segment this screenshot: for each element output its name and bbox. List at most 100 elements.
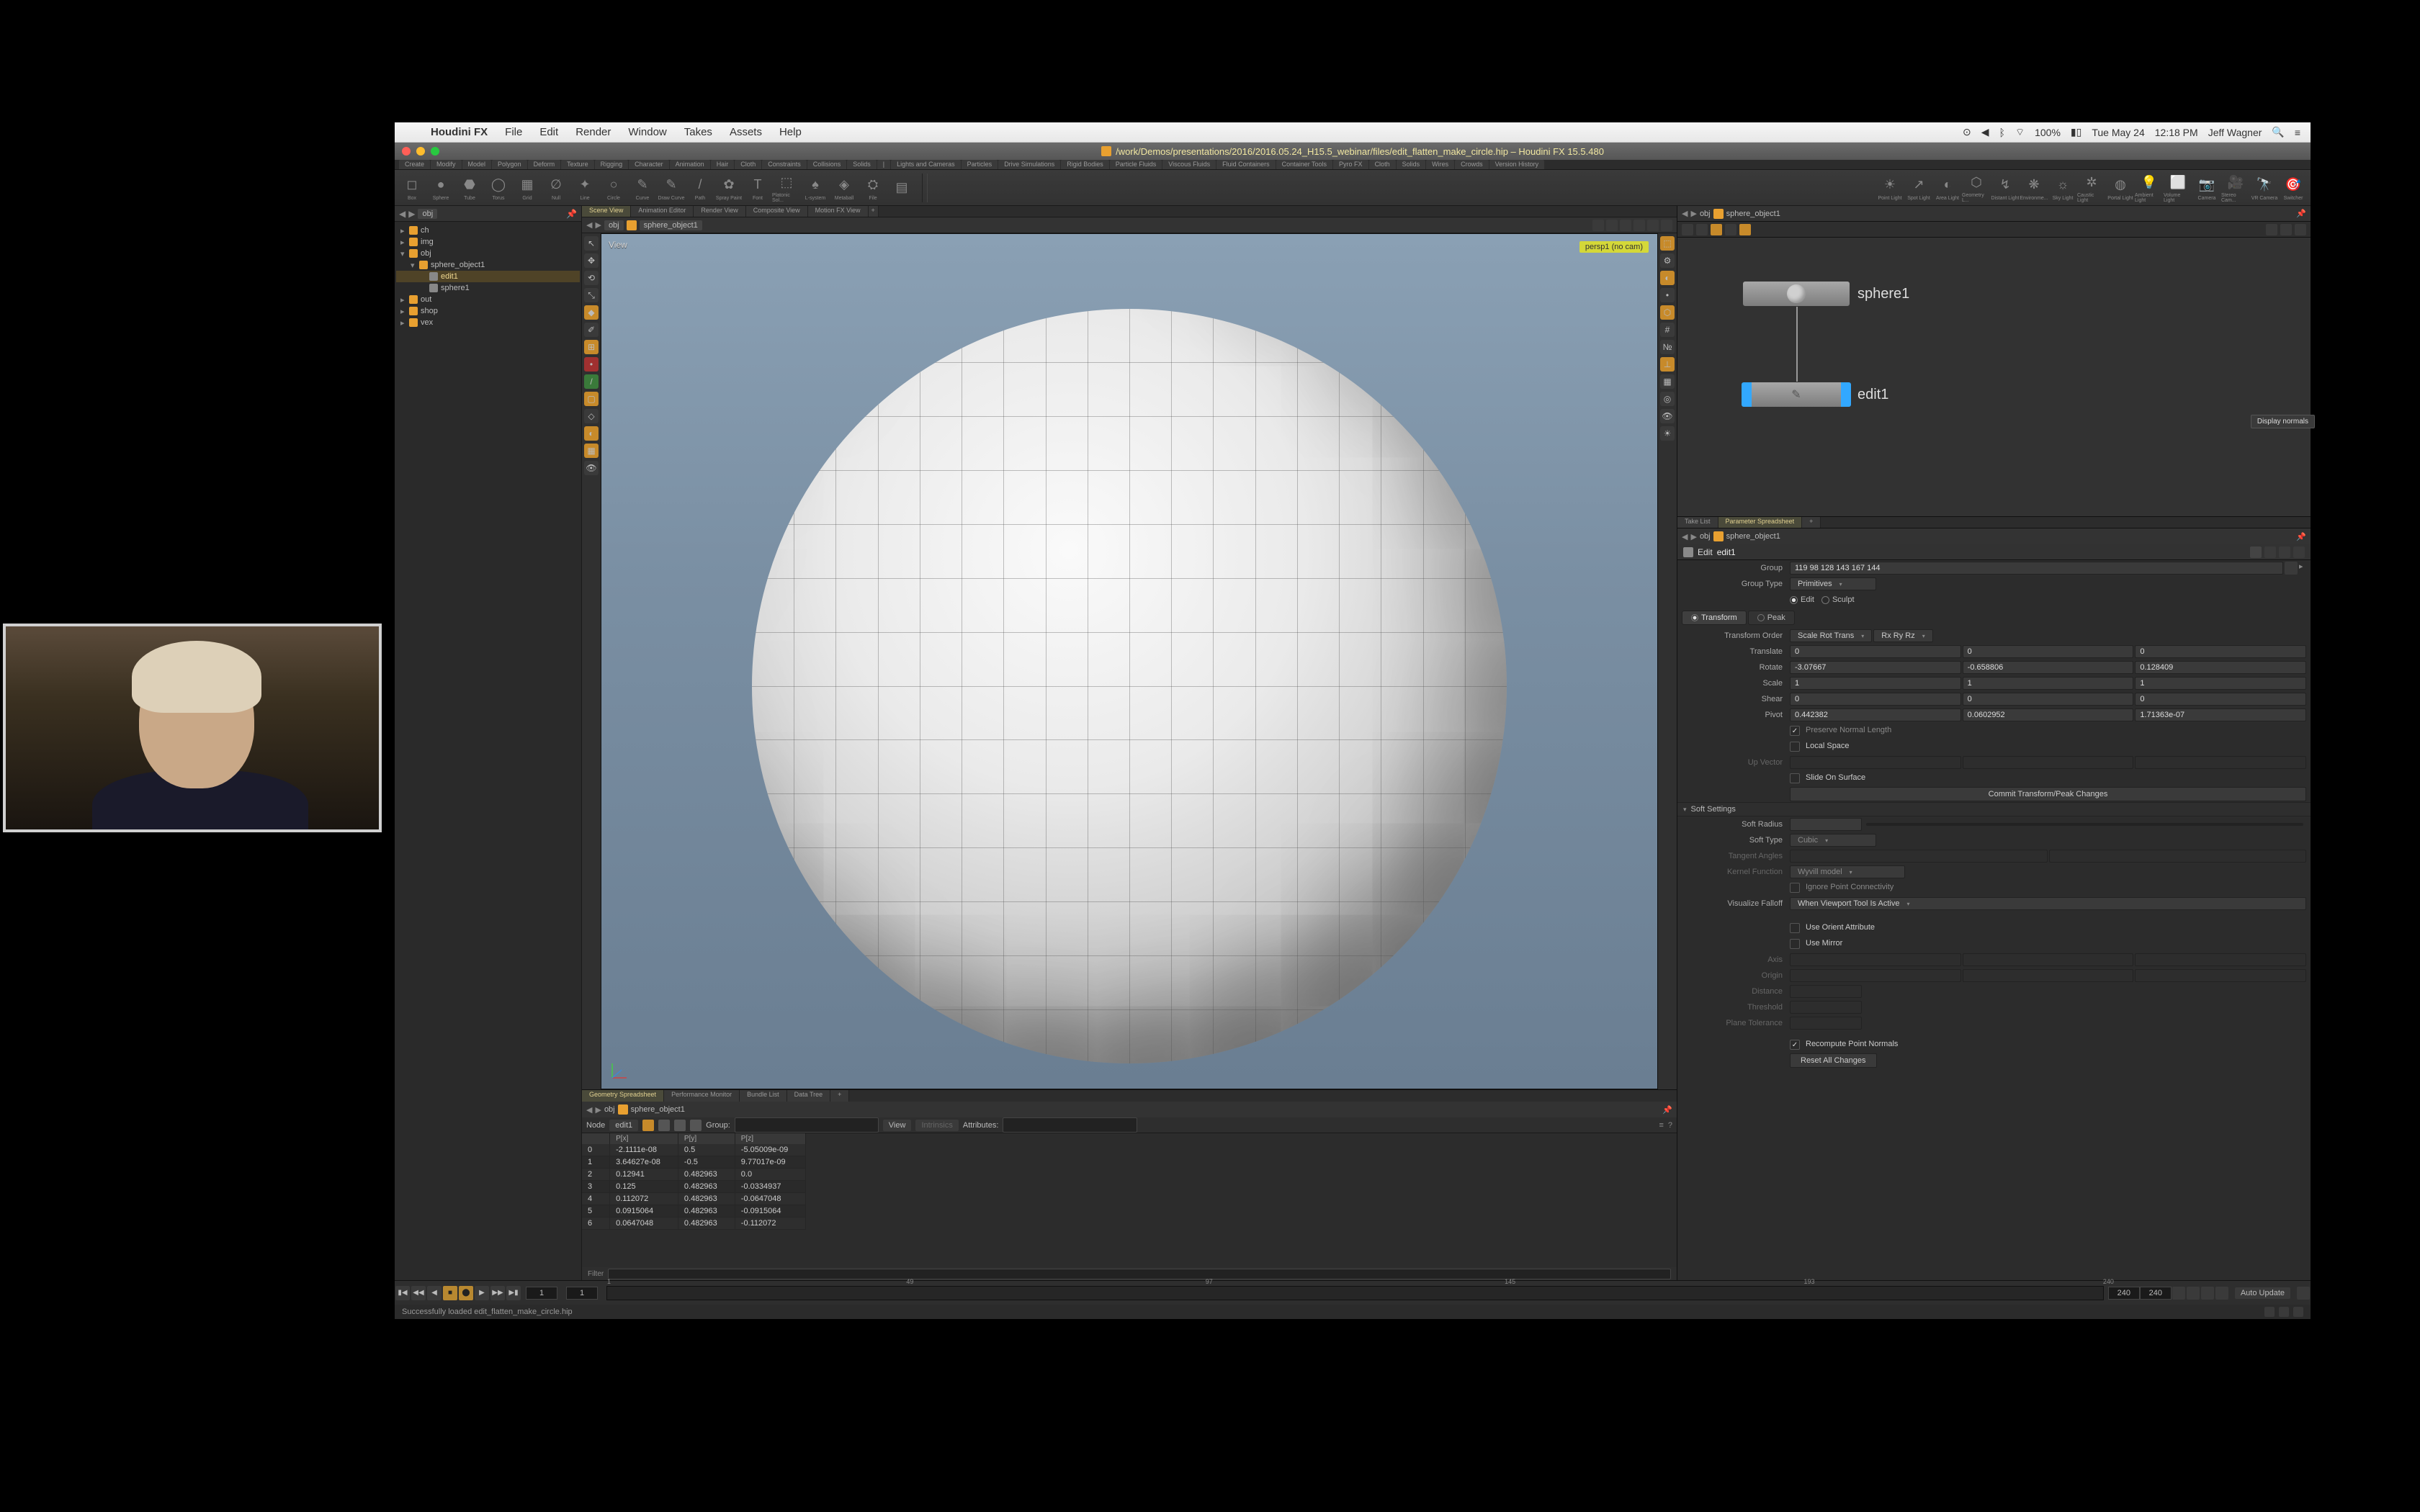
tree-row[interactable]: ▾sphere_object1 <box>396 259 580 271</box>
shelf-tool[interactable]: 💡Ambient Light <box>2135 171 2164 204</box>
shelf-tool[interactable]: ⬣Tube <box>455 171 484 204</box>
sheet-tab[interactable]: Performance Monitor <box>664 1090 740 1102</box>
shelf-tab[interactable]: | <box>877 160 890 169</box>
shelf-tool[interactable]: ✦Line <box>570 171 599 204</box>
battery-pct[interactable]: 100% <box>2035 127 2061 138</box>
point-display-icon[interactable]: • <box>1660 288 1675 302</box>
rotate-tool-icon[interactable]: ⟲ <box>584 271 599 285</box>
snapping-icon[interactable]: ⊞ <box>584 340 599 354</box>
vp-toolbar-btn[interactable] <box>1634 220 1645 231</box>
axis-z-input[interactable] <box>2135 953 2306 966</box>
spotlight-icon[interactable]: 🔍 <box>2272 126 2284 138</box>
threshold-input[interactable] <box>1790 1001 1862 1014</box>
scale-tool-icon[interactable]: ⤡ <box>584 288 599 302</box>
brush-tool-icon[interactable]: ✐ <box>584 323 599 337</box>
prim-numbers-icon[interactable]: № <box>1660 340 1675 354</box>
menu-file[interactable]: File <box>496 126 531 138</box>
kernel-select[interactable]: Wyvill model <box>1790 865 1905 878</box>
audio-icon[interactable] <box>2215 1287 2228 1300</box>
xformorder-select[interactable]: Scale Rot Trans <box>1790 629 1872 642</box>
last-frame-icon[interactable]: ▶▮ <box>506 1286 521 1300</box>
status-icon[interactable] <box>2264 1307 2275 1317</box>
play-fwd-icon[interactable]: ▶ <box>475 1286 489 1300</box>
status-icon[interactable] <box>2279 1307 2289 1317</box>
shelf-tab[interactable]: Crowds <box>1455 160 1489 169</box>
table-row[interactable]: 20.129410.4829630.0 <box>582 1169 806 1181</box>
shelf-tab[interactable]: Wires <box>1426 160 1454 169</box>
vertex-select-icon[interactable]: ◇ <box>584 409 599 423</box>
sheet-menu-icon[interactable]: ≡ <box>1659 1121 1663 1130</box>
play-back-icon[interactable]: ◀ <box>427 1286 442 1300</box>
shelf-tab[interactable]: Fluid Containers <box>1216 160 1276 169</box>
render-flag[interactable] <box>1841 382 1851 407</box>
display-objects-icon[interactable]: ⬚ <box>1660 236 1675 251</box>
shelf-tool[interactable]: ◈Metaball <box>830 171 859 204</box>
sheet-attrib-input[interactable] <box>1003 1117 1137 1133</box>
group-input[interactable] <box>1790 562 2283 575</box>
menu-assets[interactable]: Assets <box>721 126 771 138</box>
tab-add-icon[interactable]: + <box>1802 517 1821 528</box>
tab-add-icon[interactable]: + <box>869 206 879 217</box>
sheet-pin-icon[interactable]: 📌 <box>1662 1105 1672 1115</box>
loop-icon[interactable] <box>2187 1287 2200 1300</box>
sheet-tab[interactable]: Data Tree <box>787 1090 831 1102</box>
pivot-y-input[interactable] <box>1963 708 2134 721</box>
shelf-tab[interactable]: Create <box>399 160 430 169</box>
volume-icon[interactable]: ◀ <box>1981 126 1989 138</box>
vp-toolbar-btn[interactable] <box>1647 220 1659 231</box>
shelf-tab[interactable]: Particles <box>962 160 998 169</box>
point-numbers-icon[interactable]: # <box>1660 323 1675 337</box>
parm-crumb-node[interactable]: sphere_object1 <box>1726 532 1780 541</box>
shelf-tab[interactable]: Lights and Cameras <box>891 160 961 169</box>
net-crumb-node[interactable]: sphere_object1 <box>1726 210 1780 218</box>
scale-x-input[interactable] <box>1790 677 1961 690</box>
shelf-tool[interactable]: ▦Grid <box>513 171 542 204</box>
sheet-tab[interactable]: Geometry Spreadsheet <box>582 1090 664 1102</box>
net-crumb-obj[interactable]: obj <box>1700 210 1711 218</box>
scale-z-input[interactable] <box>2135 677 2306 690</box>
shelf-tab[interactable]: Model <box>462 160 492 169</box>
detail-mode-icon[interactable] <box>690 1120 702 1131</box>
tablet-icon[interactable]: ⊙ <box>1963 126 1971 138</box>
shear-x-input[interactable] <box>1790 693 1961 706</box>
tree-pin-icon[interactable]: 📌 <box>566 209 577 219</box>
axis-x-input[interactable] <box>1790 953 1961 966</box>
shelf-tab[interactable]: Character <box>629 160 669 169</box>
parm-crumb-obj[interactable]: obj <box>1700 532 1711 541</box>
start-frame-input[interactable]: 1 <box>526 1287 557 1300</box>
auto-update-toggle[interactable]: Auto Update <box>2235 1287 2290 1299</box>
soft-settings-section[interactable]: Soft Settings <box>1677 802 2311 816</box>
current-frame-input[interactable]: 1 <box>566 1287 598 1300</box>
window-zoom-button[interactable] <box>431 147 439 156</box>
tree-row[interactable]: edit1 <box>396 271 580 282</box>
net-find-icon[interactable] <box>2266 224 2277 235</box>
shelf-tool[interactable]: ✎Curve <box>628 171 657 204</box>
point-select-icon[interactable]: • <box>584 357 599 372</box>
handle-tool-icon[interactable]: ◆ <box>584 305 599 320</box>
shelf-tab[interactable]: Cloth <box>1369 160 1396 169</box>
shelf-tool[interactable]: 📷Camera <box>2192 171 2221 204</box>
shelf-tool[interactable]: 🎥Stereo Cam... <box>2221 171 2250 204</box>
rotate-x-input[interactable] <box>1790 661 1961 674</box>
table-row[interactable]: 0-2.1111e-080.5-5.05009e-09 <box>582 1144 806 1156</box>
shelf-tool[interactable]: 🔭VR Camera <box>2250 171 2279 204</box>
rotate-z-input[interactable] <box>2135 661 2306 674</box>
pivot-x-input[interactable] <box>1790 708 1961 721</box>
menu-window[interactable]: Window <box>619 126 675 138</box>
points-mode-icon[interactable] <box>642 1120 654 1131</box>
tab-take-list[interactable]: Take List <box>1677 517 1718 528</box>
shelf-tool[interactable]: ↗Spot Light <box>1904 171 1933 204</box>
shelf-tab[interactable]: Collisions <box>807 160 847 169</box>
cook-icon[interactable] <box>2297 1287 2310 1300</box>
bluetooth-icon[interactable]: ᛒ <box>1999 127 2005 138</box>
hull-display-icon[interactable]: ⬡ <box>1660 305 1675 320</box>
sheet-nav-fwd-icon[interactable]: ▶ <box>595 1105 601 1115</box>
spreadsheet-table[interactable]: P[x]P[y]P[z]0-2.1111e-080.5-5.05009e-091… <box>582 1133 806 1230</box>
localspace-checkbox[interactable] <box>1790 742 1800 752</box>
net-list-icon[interactable] <box>1682 224 1693 235</box>
shelf-tab[interactable]: Version History <box>1489 160 1545 169</box>
realtime-icon[interactable] <box>2201 1287 2214 1300</box>
net-grid-icon[interactable] <box>1696 224 1708 235</box>
viewport-tab[interactable]: Motion FX View <box>808 206 869 217</box>
tree-nav-fwd-icon[interactable]: ▶ <box>408 209 415 219</box>
